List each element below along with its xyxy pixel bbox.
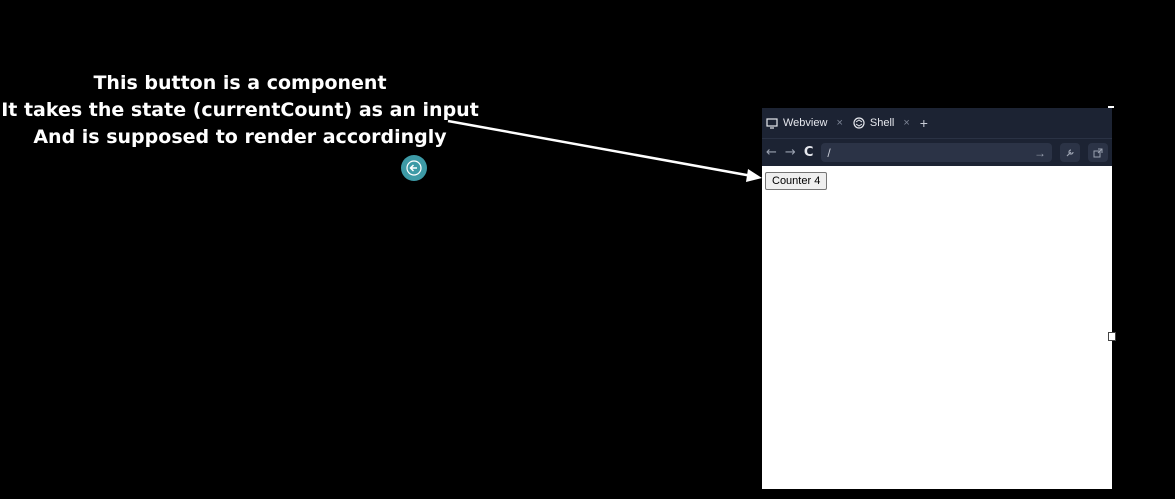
address-bar: ← → C / → (762, 138, 1112, 166)
resize-handle[interactable] (1108, 332, 1116, 341)
close-icon[interactable]: × (836, 117, 842, 129)
tab-webview[interactable]: Webview × (766, 117, 843, 129)
go-icon[interactable]: → (1034, 146, 1046, 160)
tab-bar: Webview × Shell × + (762, 108, 1112, 138)
reload-icon[interactable]: C (804, 145, 814, 160)
wrench-icon (1066, 148, 1074, 156)
devtools-button[interactable] (1060, 143, 1080, 162)
monitor-icon (766, 117, 778, 129)
shell-icon (853, 117, 865, 129)
forward-icon[interactable]: → (785, 145, 796, 160)
counter-button[interactable]: Counter 4 (765, 172, 828, 190)
webview-content: Counter 4 (762, 166, 1112, 489)
back-icon[interactable]: ← (766, 145, 777, 160)
cursor-indicator (401, 155, 427, 181)
close-icon[interactable]: × (903, 117, 909, 129)
tab-shell[interactable]: Shell × (853, 117, 910, 129)
new-tab-button[interactable]: + (920, 115, 928, 131)
url-input[interactable]: / → (821, 143, 1052, 162)
url-text: / (827, 145, 831, 160)
tab-label: Shell (869, 117, 895, 129)
open-external-button[interactable] (1088, 143, 1108, 162)
tab-label: Webview (783, 117, 828, 129)
webview-pane: Webview × Shell × + ← → C / → Counter 4 (762, 108, 1112, 489)
external-link-icon (1093, 148, 1103, 157)
arrow-left-icon (406, 160, 422, 176)
